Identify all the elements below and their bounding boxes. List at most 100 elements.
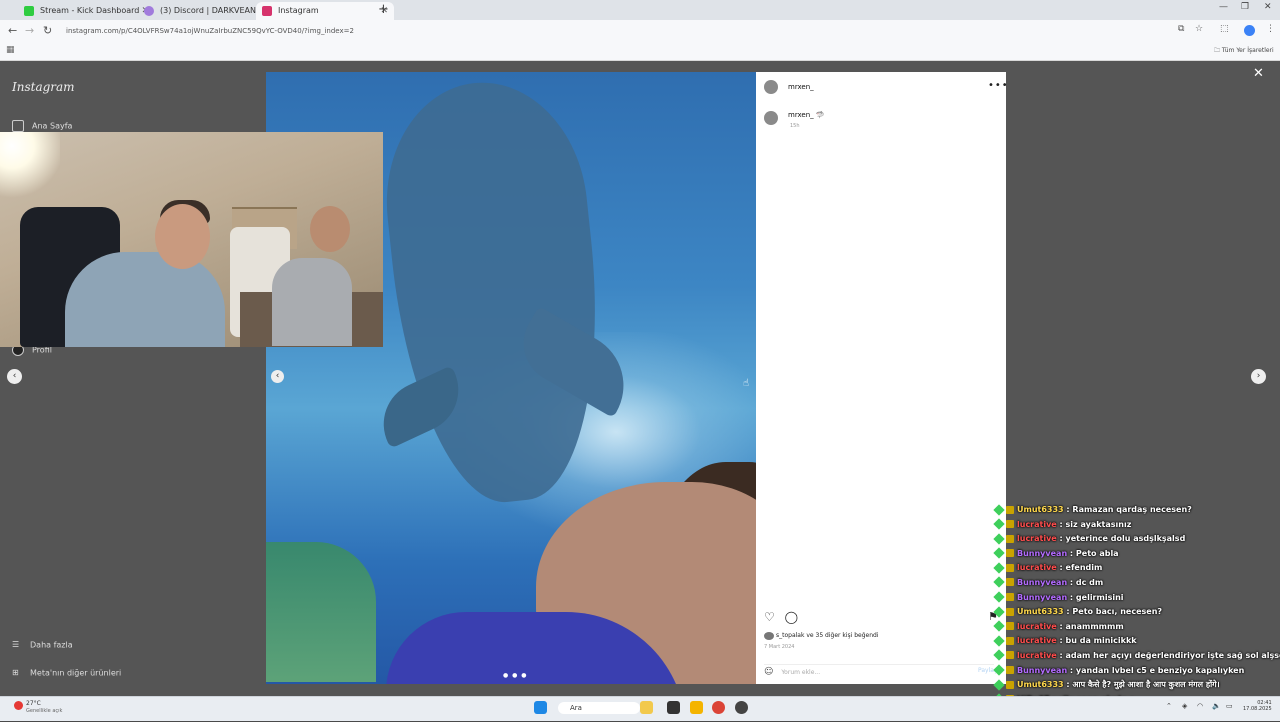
comment-input[interactable]: Yorum ekle... [781,669,820,676]
chat-username[interactable]: Bunnyvean [1017,666,1067,675]
new-tab-button[interactable]: + [378,2,389,17]
chat-separator: : [1056,563,1066,573]
chat-text: siz ayaktasınız [1065,519,1132,529]
avatar[interactable] [764,80,778,94]
chat-username[interactable]: lucrative [1017,534,1057,543]
person-shape [272,258,352,346]
discord-favicon-icon [144,6,154,16]
prev-post-arrow-icon[interactable]: ‹ [7,369,22,384]
sidebar-item-home[interactable]: Ana Sayfa [12,120,72,132]
all-bookmarks-label: Tüm Yer İşaretleri [1221,47,1274,54]
chat-message: lucrative : adam her açıyı değerlendiriy… [993,649,1280,664]
likes-text[interactable]: s_topalak ve 35 diğer kişi beğendi [776,632,879,639]
chat-separator: : [1067,548,1076,558]
caption-username[interactable]: mrxen_ 🦈 [788,111,825,119]
windows-start-icon[interactable] [534,701,547,714]
caption-username-text: mrxen_ [788,111,814,119]
chat-message: Umut6333 : Ramazan qardaş necesen? [993,503,1280,518]
kick-favicon-icon [24,6,34,16]
comment-icon[interactable]: ◯ [785,610,798,624]
chat-separator: : [1056,636,1066,646]
sidebar-item-more[interactable]: ☰ Daha fazla [12,640,73,650]
profile-avatar[interactable] [1244,25,1255,36]
install-app-icon[interactable]: ⧉ [1178,24,1184,34]
taskbar-search[interactable]: Ara [558,702,640,714]
chat-text: Peto bacı, necesen? [1072,607,1163,617]
more-options-icon[interactable]: ••• [988,80,1009,91]
chat-username[interactable]: lucrative [1017,520,1057,529]
network-icon[interactable]: ◈ [1182,702,1187,710]
address-bar-row: ← → ↻ instagram.com/p/C4OLVFRSw74a1ojWnu… [0,20,1280,42]
menu-kebab-icon[interactable]: ⋮ [1266,24,1275,34]
chat-username[interactable]: Umut6333 [1017,680,1064,689]
chat-message: lucrative : efendim [993,561,1280,576]
volume-icon[interactable]: 🔈 [1212,702,1221,710]
lamp-glow [0,132,60,202]
forward-icon[interactable]: → [25,24,34,37]
prev-image-arrow-icon[interactable]: ‹ [271,370,284,383]
avatar[interactable] [764,111,778,125]
chat-username[interactable]: Umut6333 [1017,607,1064,616]
restore-icon[interactable]: ❐ [1241,2,1249,12]
window-close-icon[interactable]: ✕ [1264,2,1272,12]
next-post-arrow-icon[interactable]: › [1251,369,1266,384]
battery-icon[interactable]: ▭ [1226,702,1233,710]
tab-title: (3) Discord | DARKVEAN St [160,6,267,15]
meta-apps-icon: ⊞ [12,668,19,677]
post-actions: ♡ ◯ [764,610,798,624]
emoji-icon[interactable]: ☺ [764,667,773,677]
chat-message: Umut6333 : Peto bacı, necesen? [993,605,1280,620]
carousel-dots: ● ● ● [503,672,528,679]
weather-temp[interactable]: 27°C [26,700,41,707]
tab-instagram[interactable]: Instagram ✕ [256,2,394,20]
chat-text: yeterince dolu asdşlkşalsd [1065,534,1186,544]
task-view-icon[interactable] [667,701,680,714]
all-bookmarks-button[interactable]: 🗀 Tüm Yer İşaretleri [1214,46,1274,56]
sidebar-item-meta[interactable]: ⊞ Meta'nın diğer ürünleri [12,668,121,678]
chat-username[interactable]: Bunnyvean [1017,593,1067,602]
clock[interactable]: 02:41 17.08.2025 [1243,700,1272,712]
caption-time: 15h [790,123,800,129]
tab-discord[interactable]: (3) Discord | DARKVEAN St ✕ [138,2,275,20]
subscriber-badge-icon [1006,680,1014,689]
post-username[interactable]: mrxen_ [788,83,814,91]
minimize-icon[interactable]: — [1219,2,1228,12]
extensions-icon[interactable]: ⬚ [1220,24,1229,34]
chat-username[interactable]: lucrative [1017,563,1057,572]
close-modal-icon[interactable]: ✕ [1253,66,1264,81]
like-heart-icon[interactable]: ♡ [764,610,775,624]
bookmark-star-icon[interactable]: ☆ [1195,24,1203,34]
reload-icon[interactable]: ↻ [43,24,52,37]
apps-grid-icon[interactable]: ▦ [6,45,15,55]
chat-username[interactable]: Umut6333 [1017,505,1064,514]
chat-badge-icon [993,518,1005,530]
chat-text: Peto abla [1075,548,1119,558]
chat-username[interactable]: lucrative [1017,651,1057,660]
widgets-icon[interactable] [640,701,653,714]
weather-icon[interactable] [14,701,23,710]
file-explorer-icon[interactable] [690,701,703,714]
chrome-icon[interactable] [712,701,725,714]
likers-avatar[interactable] [764,632,774,640]
app-icon[interactable] [735,701,748,714]
chat-username[interactable]: lucrative [1017,622,1057,631]
wifi-icon[interactable]: ◠ [1197,702,1203,710]
chat-badge-icon [993,635,1005,647]
instagram-logo[interactable]: Instagram [12,80,75,94]
chat-username[interactable]: Bunnyvean [1017,578,1067,587]
stream-chat-overlay: Umut6333 : Ramazan qardaş necesen? lucrat… [993,503,1280,722]
tab-kick-dashboard[interactable]: Stream - Kick Dashboard ✕ [18,2,155,20]
chat-badge-icon [993,503,1005,516]
subscriber-badge-icon [1006,563,1014,572]
tray-chevron-icon[interactable]: ⌃ [1166,702,1172,710]
chat-separator: : [1056,621,1066,631]
url-field[interactable]: instagram.com/p/C4OLVFRSw74a1ojWnuZaIrbu… [66,23,1166,39]
chat-username[interactable]: Bunnyvean [1017,549,1067,558]
chat-badge-icon [993,562,1005,574]
chat-message: Bunnyvean : dc dm [993,576,1280,591]
chat-badge-icon [993,649,1005,662]
chat-username[interactable]: lucrative [1017,636,1057,645]
back-icon[interactable]: ← [8,24,17,37]
comment-row: ☺ Yorum ekle... Paylaş [764,664,997,677]
chat-message: lucrative : yeterince dolu asdşlkşalsd [993,532,1280,547]
